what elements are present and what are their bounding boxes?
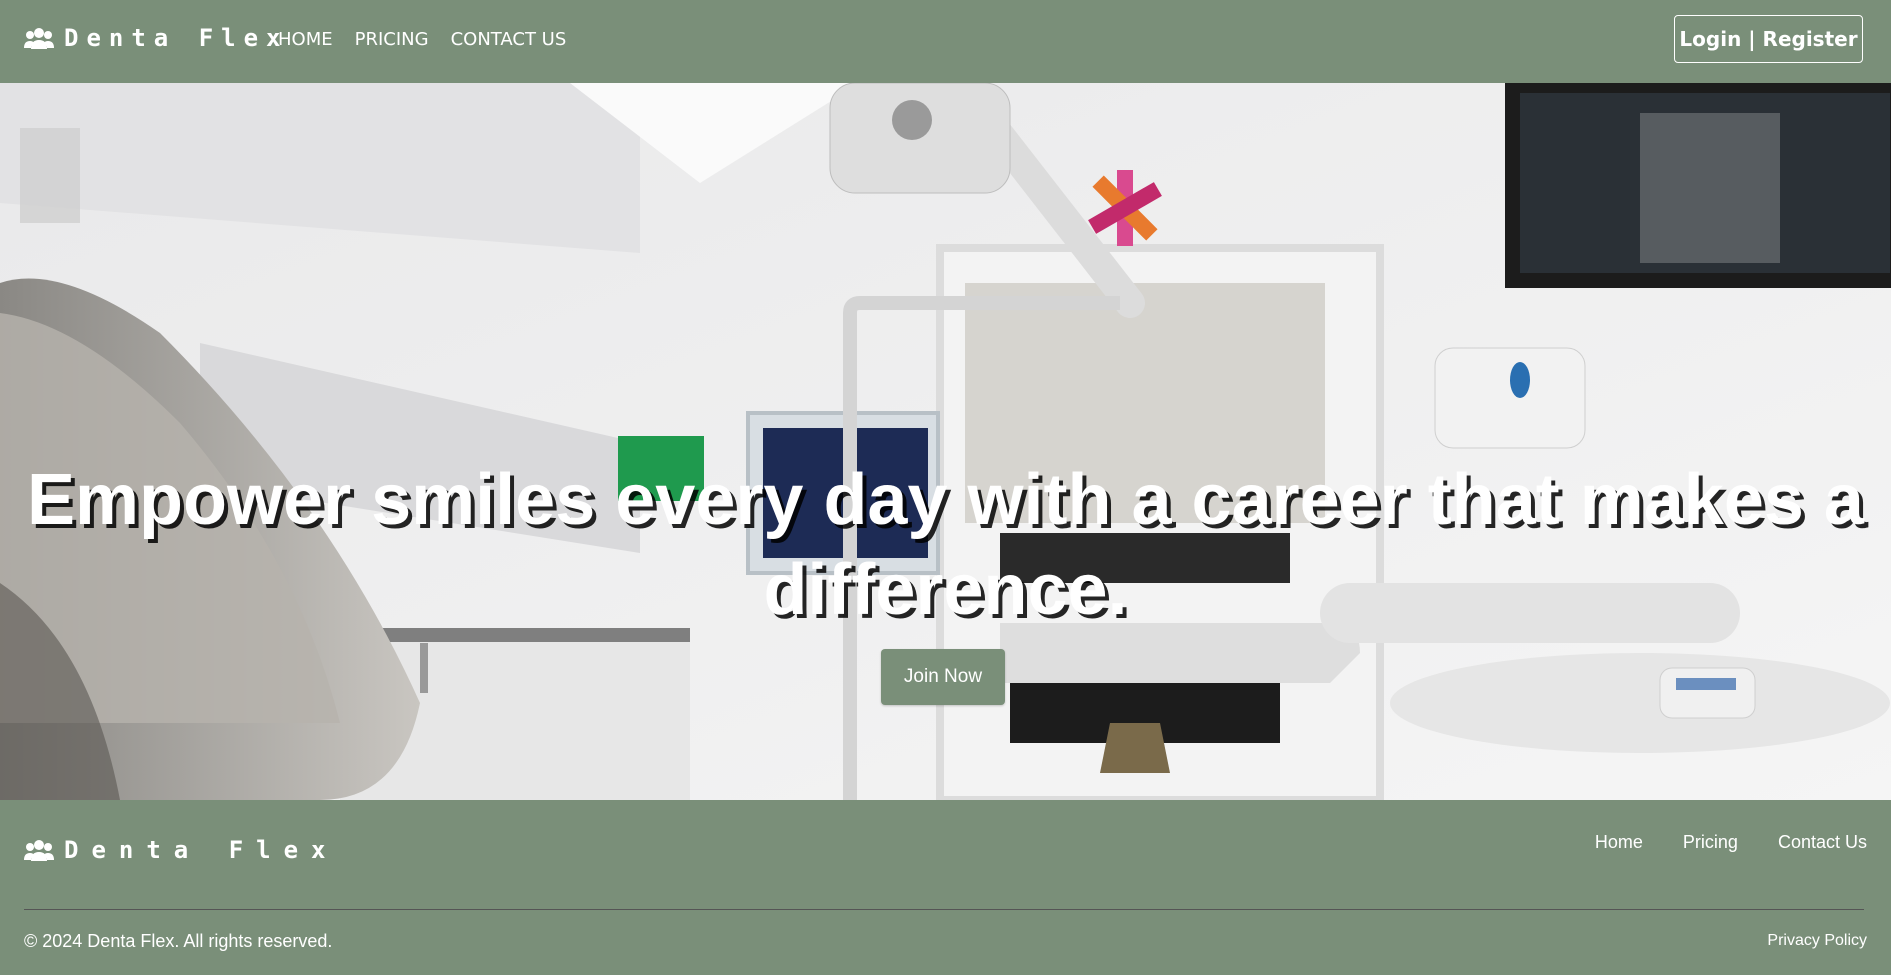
hero-section: Empower smiles every day with a career t… bbox=[0, 83, 1891, 800]
users-icon bbox=[24, 840, 54, 861]
brand-name: Denta Flex bbox=[64, 24, 289, 52]
footer: Denta Flex Home Pricing Contact Us © 202… bbox=[0, 800, 1891, 975]
footer-link-home[interactable]: Home bbox=[1595, 832, 1643, 853]
join-now-button[interactable]: Join Now bbox=[881, 649, 1005, 705]
hero-title: Empower smiles every day with a career t… bbox=[27, 460, 1864, 630]
users-icon bbox=[24, 28, 54, 49]
privacy-policy-link[interactable]: Privacy Policy bbox=[1767, 932, 1867, 950]
copyright-text: © 2024 Denta Flex. All rights reserved. bbox=[24, 931, 333, 951]
footer-link-pricing[interactable]: Pricing bbox=[1683, 832, 1738, 853]
navbar: Denta Flex HOME PRICING CONTACT US Login… bbox=[0, 0, 1891, 83]
login-register-button[interactable]: Login | Register bbox=[1674, 15, 1863, 63]
footer-brand-logo[interactable]: Denta Flex bbox=[24, 836, 339, 864]
nav-home[interactable]: HOME bbox=[278, 29, 333, 50]
footer-link-contact-us[interactable]: Contact Us bbox=[1778, 832, 1867, 853]
nav-links: HOME PRICING CONTACT US bbox=[278, 29, 588, 50]
nav-pricing[interactable]: PRICING bbox=[355, 29, 429, 50]
brand-logo[interactable]: Denta Flex bbox=[24, 24, 289, 52]
footer-divider bbox=[24, 909, 1864, 910]
footer-links: Home Pricing Contact Us bbox=[1555, 832, 1867, 853]
footer-brand-name: Denta Flex bbox=[64, 836, 339, 864]
nav-contact-us[interactable]: CONTACT US bbox=[451, 29, 567, 50]
